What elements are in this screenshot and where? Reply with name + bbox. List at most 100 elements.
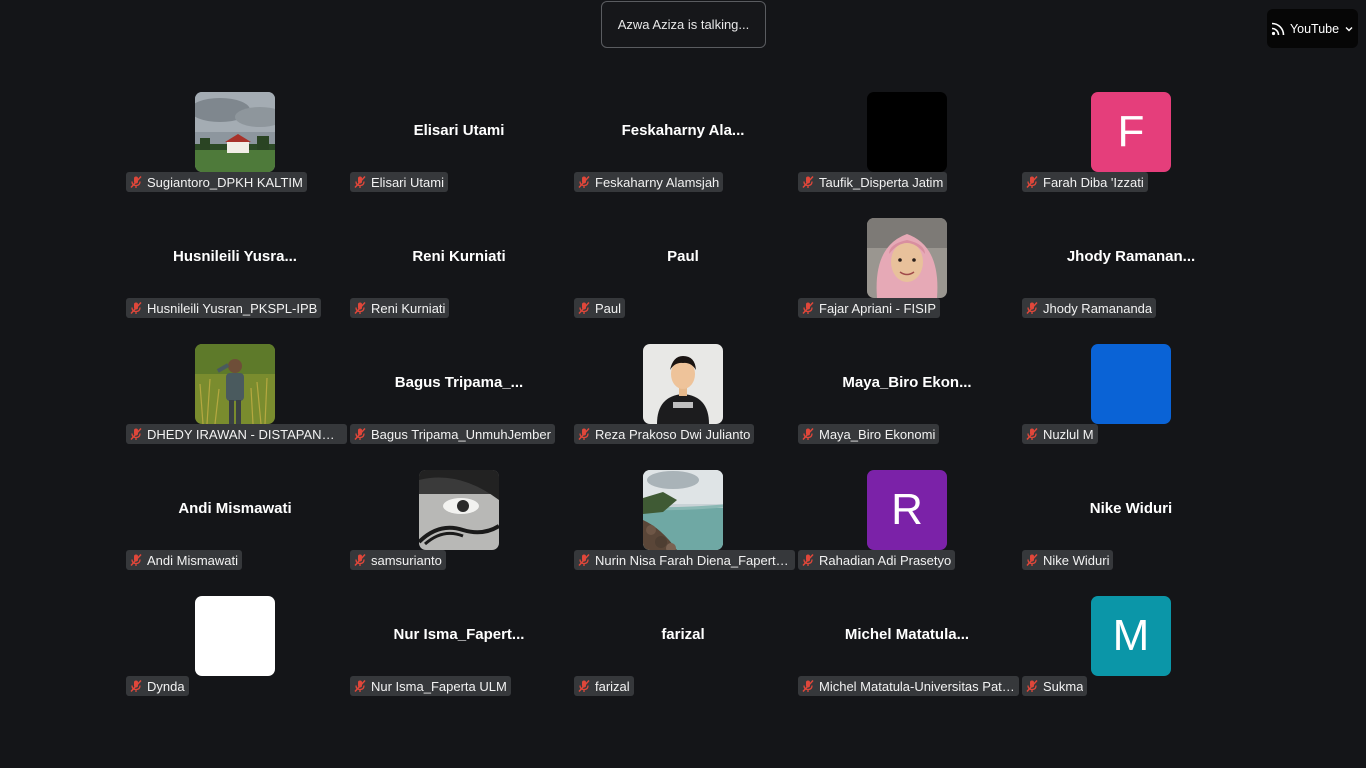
mic-muted-icon <box>1025 679 1039 693</box>
mic-muted-icon <box>577 553 591 567</box>
participant-tile[interactable]: Nur Isma_Fapert... Nur Isma_Faperta ULM <box>347 592 571 718</box>
mic-muted-icon <box>577 301 591 315</box>
mic-muted-icon <box>353 301 367 315</box>
participant-name: Nike Widuri <box>1043 552 1110 568</box>
participant-tile[interactable]: M Sukma <box>1019 592 1243 718</box>
participant-name-label: Sugiantoro_DPKH KALTIM <box>126 172 307 192</box>
participant-name-label: samsurianto <box>350 550 446 570</box>
participant-avatar <box>867 92 947 172</box>
participant-display-name: Reni Kurniati <box>412 248 506 265</box>
participant-name-label: Reni Kurniati <box>350 298 450 318</box>
participant-name-label: Maya_Biro Ekonomi <box>798 424 940 444</box>
participant-tile[interactable]: farizal farizal <box>571 592 795 718</box>
participant-name: Taufik_Disperta Jatim <box>819 174 944 190</box>
participant-name: Rahadian Adi Prasetyo <box>819 552 952 568</box>
participant-avatar <box>867 218 947 298</box>
livestream-button[interactable]: YouTube <box>1267 9 1358 48</box>
participant-name-label: Sukma <box>1022 676 1088 696</box>
participant-name: Bagus Tripama_UnmuhJember <box>371 426 551 442</box>
participant-tile[interactable]: Elisari Utami Elisari Utami <box>347 88 571 214</box>
participant-name-label: DHEDY IRAWAN - DISTAPANGTA... <box>126 424 347 444</box>
participant-name: Husnileili Yusran_PKSPL-IPB <box>147 300 318 316</box>
participant-tile[interactable]: F Farah Diba 'Izzati <box>1019 88 1243 214</box>
participant-name: Elisari Utami <box>371 174 444 190</box>
mic-muted-icon <box>801 553 815 567</box>
participant-name-label: Bagus Tripama_UnmuhJember <box>350 424 555 444</box>
chevron-down-icon <box>1344 24 1354 34</box>
participant-name-label: Nur Isma_Faperta ULM <box>350 676 511 696</box>
participant-name-label: farizal <box>574 676 634 696</box>
participant-name: Fajar Apriani - FISIP <box>819 300 937 316</box>
participant-tile[interactable]: Maya_Biro Ekon... Maya_Biro Ekonomi <box>795 340 1019 466</box>
participant-name: Nuzlul M <box>1043 426 1094 442</box>
participant-tile[interactable]: Nurin Nisa Farah Diena_Faperta ... <box>571 466 795 592</box>
participant-name-label: Dynda <box>126 676 189 696</box>
participant-tile[interactable]: Reni Kurniati Reni Kurniati <box>347 214 571 340</box>
participant-tile[interactable]: Andi Mismawati Andi Mismawati <box>123 466 347 592</box>
mic-muted-icon <box>1025 427 1039 441</box>
mic-muted-icon <box>1025 175 1039 189</box>
participant-name: samsurianto <box>371 552 442 568</box>
mic-muted-icon <box>577 679 591 693</box>
mic-muted-icon <box>577 175 591 189</box>
mic-muted-icon <box>577 427 591 441</box>
livestream-label: YouTube <box>1289 21 1340 36</box>
participant-name: Reza Prakoso Dwi Julianto <box>595 426 751 442</box>
participant-display-name: Husnileili Yusra... <box>173 248 297 265</box>
participant-tile[interactable]: Nuzlul M <box>1019 340 1243 466</box>
participant-avatar-letter: M <box>1091 596 1171 676</box>
participant-display-name: Nur Isma_Fapert... <box>393 626 525 643</box>
mic-muted-icon <box>129 427 143 441</box>
participant-tile[interactable]: Paul Paul <box>571 214 795 340</box>
participant-name-label: Taufik_Disperta Jatim <box>798 172 948 192</box>
participant-name-label: Nike Widuri <box>1022 550 1114 570</box>
mic-muted-icon <box>129 679 143 693</box>
participant-tile[interactable]: Husnileili Yusra... Husnileili Yusran_PKS… <box>123 214 347 340</box>
participant-tile[interactable]: Bagus Tripama_... Bagus Tripama_UnmuhJemb… <box>347 340 571 466</box>
participant-name: Nur Isma_Faperta ULM <box>371 678 507 694</box>
participant-tile[interactable]: R Rahadian Adi Prasetyo <box>795 466 1019 592</box>
participant-tile[interactable]: Michel Matatula... Michel Matatula-Univer… <box>795 592 1019 718</box>
participant-name-label: Michel Matatula-Universitas Patti... <box>798 676 1019 696</box>
participant-tile[interactable]: Fajar Apriani - FISIP <box>795 214 1019 340</box>
participant-name-label: Paul <box>574 298 626 318</box>
rss-broadcast-icon <box>1271 22 1285 36</box>
mic-muted-icon <box>129 175 143 189</box>
mic-muted-icon <box>1025 553 1039 567</box>
participant-name-label: Reza Prakoso Dwi Julianto <box>574 424 755 444</box>
participant-avatar-letter: F <box>1091 92 1171 172</box>
participant-tile[interactable]: Sugiantoro_DPKH KALTIM <box>123 88 347 214</box>
participant-name-label: Feskaharny Alamsjah <box>574 172 724 192</box>
participant-tile[interactable]: samsurianto <box>347 466 571 592</box>
participant-name: Jhody Ramananda <box>1043 300 1153 316</box>
participant-display-name: Andi Mismawati <box>178 500 292 517</box>
participant-avatar <box>195 596 275 676</box>
participant-avatar <box>195 92 275 172</box>
participant-display-name: Michel Matatula... <box>844 626 970 643</box>
participant-tile[interactable]: Dynda <box>123 592 347 718</box>
participant-avatar <box>419 470 499 550</box>
participant-tile[interactable]: Jhody Ramanan... Jhody Ramananda <box>1019 214 1243 340</box>
participant-tile[interactable]: Nike Widuri Nike Widuri <box>1019 466 1243 592</box>
participant-name-label: Elisari Utami <box>350 172 448 192</box>
participant-display-name: Paul <box>667 248 699 265</box>
mic-muted-icon <box>801 427 815 441</box>
participant-name: Paul <box>595 300 622 316</box>
participant-tile[interactable]: Taufik_Disperta Jatim <box>795 88 1019 214</box>
mic-muted-icon <box>353 553 367 567</box>
participant-tile[interactable]: DHEDY IRAWAN - DISTAPANGTA... <box>123 340 347 466</box>
participant-avatar <box>643 470 723 550</box>
participant-avatar <box>195 344 275 424</box>
mic-muted-icon <box>1025 301 1039 315</box>
participant-name: Michel Matatula-Universitas Patti... <box>819 678 1015 694</box>
participant-avatar-letter: R <box>867 470 947 550</box>
participant-tile[interactable]: Feskaharny Ala... Feskaharny Alamsjah <box>571 88 795 214</box>
participant-name: Sukma <box>1043 678 1084 694</box>
participant-avatar <box>1091 344 1171 424</box>
participant-name: DHEDY IRAWAN - DISTAPANGTA... <box>147 426 343 442</box>
participant-name: Nurin Nisa Farah Diena_Faperta ... <box>595 552 791 568</box>
participant-tile[interactable]: Reza Prakoso Dwi Julianto <box>571 340 795 466</box>
mic-muted-icon <box>353 427 367 441</box>
participant-name: farizal <box>595 678 630 694</box>
participant-display-name: farizal <box>661 626 705 643</box>
